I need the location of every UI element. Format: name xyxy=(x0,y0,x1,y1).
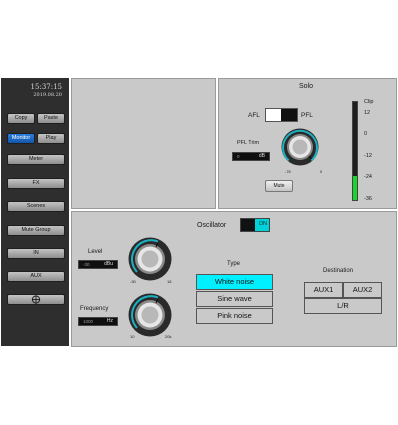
meter-tick: 12 xyxy=(364,110,371,116)
level-min: -30 xyxy=(130,279,136,284)
solo-panel: Solo AFL PFL PFL Trim 0 dB -76 0 Mute Cl… xyxy=(218,78,397,209)
afl-label: AFL xyxy=(248,112,260,119)
level-unit: dBu xyxy=(104,261,113,267)
clock: 15:37:15 2019.08.20 xyxy=(1,78,69,104)
mute-group-button[interactable]: Mute Group xyxy=(7,225,65,236)
fx-button[interactable]: FX xyxy=(7,178,65,189)
meter-level xyxy=(353,175,357,200)
monitor-button[interactable]: Monitor xyxy=(7,133,35,144)
pfl-trim-min: -76 xyxy=(285,169,291,174)
copy-button[interactable]: Copy xyxy=(7,113,35,124)
mute-button[interactable]: Mute xyxy=(265,180,293,192)
destination-aux1[interactable]: AUX1 xyxy=(304,282,343,298)
clock-date: 2019.08.20 xyxy=(33,92,62,98)
clock-time: 15:37:15 xyxy=(30,83,62,91)
level-value: -30 xyxy=(83,262,90,267)
meter-tick: 0 xyxy=(364,131,368,137)
frequency-value: 1000 xyxy=(83,319,94,324)
mixer-screen: 15:37:15 2019.08.20 Copy Paste Monitor P… xyxy=(0,0,398,425)
crosshair-icon xyxy=(31,295,41,304)
frequency-label: Frequency xyxy=(80,306,109,312)
toggle-knob xyxy=(241,219,255,231)
oscillator-title: Oscillator xyxy=(197,222,227,229)
pfl-trim-value: 0 xyxy=(237,154,240,159)
type-option-white-noise[interactable]: White noise xyxy=(196,274,273,290)
frequency-knob[interactable] xyxy=(127,292,173,338)
frequency-max: 20k xyxy=(165,334,172,339)
pfl-trim-label: PFL Trim xyxy=(237,140,260,146)
destination-aux2[interactable]: AUX2 xyxy=(343,282,382,298)
sidebar: 15:37:15 2019.08.20 Copy Paste Monitor P… xyxy=(1,78,69,346)
oscillator-on-label: ON xyxy=(258,221,267,227)
type-option-sine-wave[interactable]: Sine wave xyxy=(196,291,273,307)
frequency-readout: 1000 Hz xyxy=(78,317,118,326)
meter-tick: -24 xyxy=(364,174,372,180)
scenes-button[interactable]: Scenes xyxy=(7,201,65,212)
type-label: Type xyxy=(227,261,241,267)
pfl-trim-max: 0 xyxy=(320,169,323,174)
level-readout: -30 dBu xyxy=(78,260,118,269)
pfl-trim-knob[interactable] xyxy=(280,127,320,167)
pfl-trim-readout: 0 dB xyxy=(232,152,270,161)
pfl-label: PFL xyxy=(301,112,313,119)
toggle-knob xyxy=(281,109,297,121)
frequency-unit: Hz xyxy=(106,318,113,324)
solo-meter xyxy=(352,101,358,201)
paste-button[interactable]: Paste xyxy=(37,113,65,124)
level-label: Level xyxy=(88,249,103,255)
aux-button[interactable]: AUX xyxy=(7,271,65,282)
clip-label: Clip xyxy=(364,99,374,105)
frequency-min: 10 xyxy=(130,334,135,339)
meter-tick: -36 xyxy=(364,196,372,202)
pfl-trim-unit: dB xyxy=(258,153,265,159)
meter-button[interactable]: Meter xyxy=(7,154,65,165)
oscillator-panel: Oscillator ON Level -30 dBu -30 18 Frequ… xyxy=(71,211,397,347)
oscillator-on-toggle[interactable]: ON xyxy=(240,218,270,232)
play-button[interactable]: Play xyxy=(37,133,65,144)
crosshair-button[interactable] xyxy=(7,294,65,305)
in-button[interactable]: IN xyxy=(7,248,65,259)
level-knob[interactable] xyxy=(127,236,173,282)
destination-lr[interactable]: L/R xyxy=(304,298,382,314)
destination-label: Destination xyxy=(323,268,354,274)
solo-title: Solo xyxy=(299,83,314,90)
empty-panel xyxy=(71,78,216,209)
type-option-pink-noise[interactable]: Pink noise xyxy=(196,308,273,324)
meter-tick: -12 xyxy=(364,153,372,159)
level-max: 18 xyxy=(167,279,172,284)
afl-pfl-toggle[interactable] xyxy=(265,108,298,122)
